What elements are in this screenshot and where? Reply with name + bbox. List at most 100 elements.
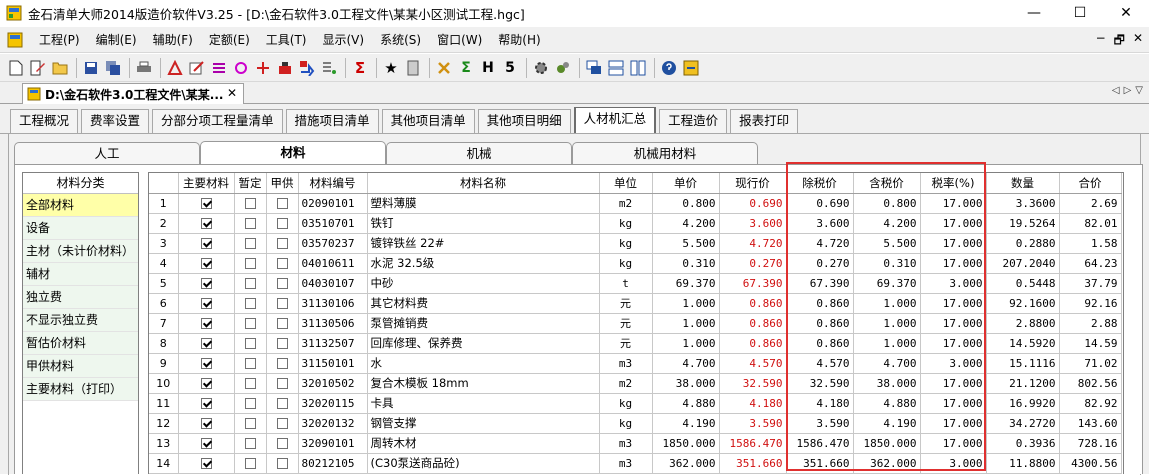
edit-icon[interactable]: [187, 58, 207, 78]
column-header-owner-supplied[interactable]: 甲供: [266, 173, 299, 194]
category-hide-independent-fees[interactable]: 不显示独立费: [23, 309, 138, 332]
tab-project-cost[interactable]: 工程造价: [659, 109, 728, 133]
provisional-checkbox[interactable]: [244, 238, 256, 249]
cell-price-incl-tax[interactable]: 38.000: [853, 373, 921, 394]
cell-current-price[interactable]: 3.590: [719, 413, 787, 434]
cell-price-excl-tax[interactable]: 1586.470: [786, 433, 854, 454]
provisional-checkbox[interactable]: [244, 418, 256, 429]
cell-material-name[interactable]: 复合木模板 18mm: [367, 373, 600, 394]
cell-unit-price[interactable]: 1850.000: [652, 433, 720, 454]
close-button[interactable]: ✕: [1103, 0, 1149, 26]
cell-price-excl-tax[interactable]: 3.590: [786, 413, 854, 434]
mdi-minimize-button[interactable]: −: [1096, 31, 1106, 52]
gear-icon[interactable]: [553, 58, 573, 78]
table-row[interactable]: 9 31150101 水 m3 4.700 4.570 4.570 4.700 3.000 15.…: [149, 353, 1122, 374]
provisional-checkbox[interactable]: [244, 218, 256, 229]
main-material-checkbox[interactable]: [200, 438, 212, 449]
cell-unit-price[interactable]: 5.500: [652, 233, 720, 254]
menu-view[interactable]: 显示(V): [315, 30, 373, 50]
main-material-checkbox[interactable]: [200, 278, 212, 289]
cell-price-incl-tax[interactable]: 362.000: [853, 453, 921, 474]
owner-supplied-checkbox[interactable]: [276, 378, 288, 389]
main-material-checkbox[interactable]: [200, 358, 212, 369]
menu-help[interactable]: 帮助(H): [490, 30, 548, 50]
owner-supplied-checkbox[interactable]: [276, 458, 288, 469]
cell-current-price[interactable]: 32.590: [719, 373, 787, 394]
save-all-icon[interactable]: [103, 58, 123, 78]
sum-list-icon[interactable]: [319, 58, 339, 78]
cell-material-name[interactable]: 回库修理、保养费: [367, 333, 600, 354]
cell-price-incl-tax[interactable]: 5.500: [853, 233, 921, 254]
table-row[interactable]: 13 32090101 周转木材 m3 1850.000 1586.470 1586.470…: [149, 433, 1122, 454]
cell-current-price[interactable]: 4.720: [719, 233, 787, 254]
cell-material-code[interactable]: 31130506: [298, 313, 368, 334]
tile-vertical-icon[interactable]: [628, 58, 648, 78]
cell-price-incl-tax[interactable]: 4.190: [853, 413, 921, 434]
column-header-current-price[interactable]: 现行价: [719, 173, 787, 194]
cell-material-name[interactable]: 水泥 32.5级: [367, 253, 600, 274]
column-header-price-excl-tax[interactable]: 除税价: [786, 173, 854, 194]
cell-unit-price[interactable]: 4.880: [652, 393, 720, 414]
cell-material-name[interactable]: 其它材料费: [367, 293, 600, 314]
update-icon[interactable]: [681, 58, 701, 78]
cell-material-name[interactable]: 钢管支撑: [367, 413, 600, 434]
cell-unit[interactable]: kg: [599, 253, 653, 274]
cell-material-code[interactable]: 31132507: [298, 333, 368, 354]
column-header-price-incl-tax[interactable]: 含税价: [853, 173, 921, 194]
cell-unit-price[interactable]: 4.200: [652, 213, 720, 234]
tab-bill-of-quantities[interactable]: 分部分项工程量清单: [152, 109, 283, 133]
tab-project-overview[interactable]: 工程概况: [10, 109, 79, 133]
edit-file-icon[interactable]: [28, 58, 48, 78]
cell-unit[interactable]: m3: [599, 453, 653, 474]
cell-material-code[interactable]: 80212105: [298, 453, 368, 474]
cell-price-excl-tax[interactable]: 0.860: [786, 333, 854, 354]
cell-material-name[interactable]: 泵管摊销费: [367, 313, 600, 334]
main-material-checkbox[interactable]: [200, 318, 212, 329]
cell-price-excl-tax[interactable]: 32.590: [786, 373, 854, 394]
cell-tax-rate[interactable]: 17.000: [920, 253, 987, 274]
cell-current-price[interactable]: 4.570: [719, 353, 787, 374]
table-row[interactable]: 12 32020132 钢管支撑 kg 4.190 3.590 3.590 4.190 17.0…: [149, 413, 1122, 434]
column-header-tax-rate[interactable]: 税率(%): [920, 173, 987, 194]
tab-other-items-detail[interactable]: 其他项目明细: [477, 109, 571, 133]
main-material-checkbox[interactable]: [200, 378, 212, 389]
maximize-button[interactable]: ☐: [1057, 0, 1103, 26]
column-header-material-name[interactable]: 材料名称: [367, 173, 600, 194]
cell-unit[interactable]: m3: [599, 433, 653, 454]
cell-unit[interactable]: 元: [599, 293, 653, 314]
cell-price-incl-tax[interactable]: 0.310: [853, 253, 921, 274]
provisional-checkbox[interactable]: [244, 438, 256, 449]
cell-material-code[interactable]: 04030107: [298, 273, 368, 294]
cell-price-incl-tax[interactable]: 1850.000: [853, 433, 921, 454]
table-row[interactable]: 5 04030107 中砂 t 69.370 67.390 67.390 69.370 3.00…: [149, 273, 1122, 294]
tab-machinery-materials[interactable]: 机械用材料: [572, 142, 758, 164]
document-tab[interactable]: D:\金石软件3.0工程文件\某某... ✕: [22, 83, 244, 104]
cascade-windows-icon[interactable]: [584, 58, 604, 78]
provisional-checkbox[interactable]: [244, 318, 256, 329]
tab-labor[interactable]: 人工: [14, 142, 200, 164]
cell-tax-rate[interactable]: 17.000: [920, 233, 987, 254]
cell-unit[interactable]: 元: [599, 313, 653, 334]
cell-price-incl-tax[interactable]: 1.000: [853, 293, 921, 314]
column-header-material-code[interactable]: 材料编号: [298, 173, 368, 194]
tab-labor-material-machine-summary[interactable]: 人材机汇总: [573, 107, 657, 133]
cell-unit-price[interactable]: 1.000: [652, 333, 720, 354]
cell-tax-rate[interactable]: 17.000: [920, 333, 987, 354]
provisional-checkbox[interactable]: [244, 278, 256, 289]
category-independent-fees[interactable]: 独立费: [23, 286, 138, 309]
cell-current-price[interactable]: 0.860: [719, 313, 787, 334]
menu-auxiliary[interactable]: 辅助(F): [145, 30, 201, 50]
cell-unit[interactable]: kg: [599, 413, 653, 434]
category-main-materials-print[interactable]: 主要材料（打印）: [23, 378, 138, 401]
main-material-checkbox[interactable]: [200, 218, 212, 229]
tab-scroll-right-button[interactable]: ▷: [1124, 85, 1132, 96]
owner-supplied-checkbox[interactable]: [276, 398, 288, 409]
tab-other-items[interactable]: 其他项目清单: [381, 109, 475, 133]
owner-supplied-checkbox[interactable]: [276, 358, 288, 369]
document-icon[interactable]: [7, 32, 23, 48]
cell-current-price[interactable]: 1586.470: [719, 433, 787, 454]
cell-unit[interactable]: m2: [599, 373, 653, 394]
mdi-close-button[interactable]: ✕: [1133, 31, 1143, 52]
cell-tax-rate[interactable]: 3.000: [920, 273, 987, 294]
column-header-unit[interactable]: 单位: [599, 173, 653, 194]
